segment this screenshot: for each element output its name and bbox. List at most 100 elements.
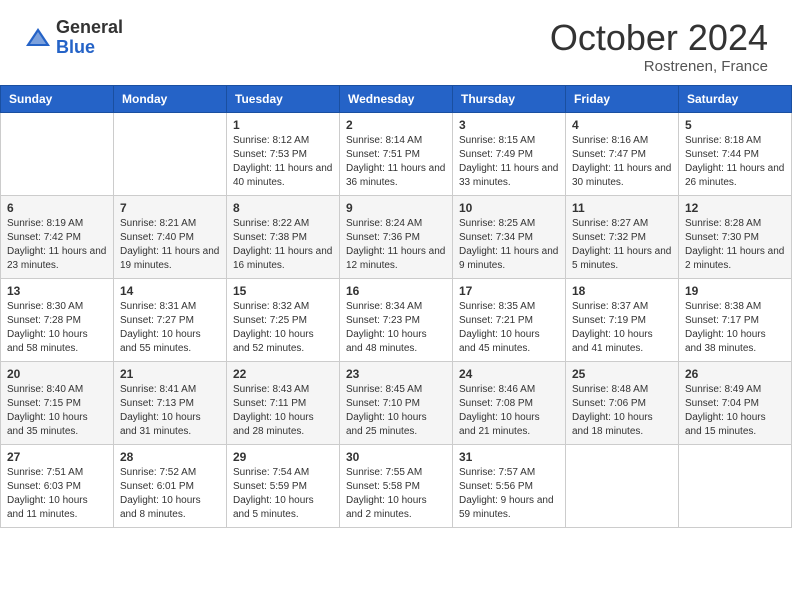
day-info: Sunrise: 8:41 AM Sunset: 7:13 PM Dayligh… [120,383,220,439]
day-number: 16 [346,284,446,298]
day-number: 10 [459,201,559,215]
day-number: 30 [346,450,446,464]
calendar-cell-w4-d1: 21 Sunrise: 8:41 AM Sunset: 7:13 PM Dayli… [114,361,227,444]
day-number: 29 [233,450,333,464]
day-number: 23 [346,367,446,381]
page-header: General Blue October 2024 Rostrenen, Fra… [0,0,792,85]
day-info: Sunrise: 8:38 AM Sunset: 7:17 PM Dayligh… [685,300,785,356]
day-info: Sunrise: 8:35 AM Sunset: 7:21 PM Dayligh… [459,300,559,356]
col-friday: Friday [566,85,679,112]
day-number: 28 [120,450,220,464]
calendar-table: Sunday Monday Tuesday Wednesday Thursday… [0,85,792,528]
day-number: 18 [572,284,672,298]
day-info: Sunrise: 7:57 AM Sunset: 5:56 PM Dayligh… [459,466,559,522]
day-info: Sunrise: 8:25 AM Sunset: 7:34 PM Dayligh… [459,217,559,273]
calendar-cell-w5-d5 [566,444,679,527]
calendar-cell-w1-d4: 3 Sunrise: 8:15 AM Sunset: 7:49 PM Daylig… [453,112,566,195]
day-info: Sunrise: 8:24 AM Sunset: 7:36 PM Dayligh… [346,217,446,273]
day-number: 19 [685,284,785,298]
day-number: 1 [233,118,333,132]
calendar-body: 1 Sunrise: 8:12 AM Sunset: 7:53 PM Daylig… [1,112,792,527]
logo: General Blue [24,18,123,58]
day-info: Sunrise: 7:54 AM Sunset: 5:59 PM Dayligh… [233,466,333,522]
title-block: October 2024 Rostrenen, France [550,18,768,75]
day-info: Sunrise: 8:22 AM Sunset: 7:38 PM Dayligh… [233,217,333,273]
day-number: 6 [7,201,107,215]
day-info: Sunrise: 8:45 AM Sunset: 7:10 PM Dayligh… [346,383,446,439]
day-info: Sunrise: 8:37 AM Sunset: 7:19 PM Dayligh… [572,300,672,356]
col-saturday: Saturday [679,85,792,112]
col-sunday: Sunday [1,85,114,112]
calendar-cell-w3-d6: 19 Sunrise: 8:38 AM Sunset: 7:17 PM Dayli… [679,278,792,361]
day-info: Sunrise: 8:49 AM Sunset: 7:04 PM Dayligh… [685,383,785,439]
calendar-cell-w3-d5: 18 Sunrise: 8:37 AM Sunset: 7:19 PM Dayli… [566,278,679,361]
location-subtitle: Rostrenen, France [550,58,768,75]
calendar-cell-w2-d4: 10 Sunrise: 8:25 AM Sunset: 7:34 PM Dayli… [453,195,566,278]
calendar-cell-w1-d2: 1 Sunrise: 8:12 AM Sunset: 7:53 PM Daylig… [227,112,340,195]
day-info: Sunrise: 8:32 AM Sunset: 7:25 PM Dayligh… [233,300,333,356]
calendar-cell-w2-d2: 8 Sunrise: 8:22 AM Sunset: 7:38 PM Daylig… [227,195,340,278]
day-info: Sunrise: 8:34 AM Sunset: 7:23 PM Dayligh… [346,300,446,356]
calendar-cell-w3-d1: 14 Sunrise: 8:31 AM Sunset: 7:27 PM Dayli… [114,278,227,361]
day-number: 22 [233,367,333,381]
calendar-cell-w5-d0: 27Sunrise: 7:51 AM Sunset: 6:03 PM Dayli… [1,444,114,527]
month-title: October 2024 [550,18,768,58]
calendar-cell-w5-d3: 30 Sunrise: 7:55 AM Sunset: 5:58 PM Dayli… [340,444,453,527]
day-number: 7 [120,201,220,215]
day-number: 14 [120,284,220,298]
col-thursday: Thursday [453,85,566,112]
calendar-cell-w2-d0: 6 Sunrise: 8:19 AM Sunset: 7:42 PM Daylig… [1,195,114,278]
week-row-2: 6 Sunrise: 8:19 AM Sunset: 7:42 PM Daylig… [1,195,792,278]
day-number: 2 [346,118,446,132]
day-info: Sunrise: 8:15 AM Sunset: 7:49 PM Dayligh… [459,134,559,190]
calendar-cell-w2-d1: 7 Sunrise: 8:21 AM Sunset: 7:40 PM Daylig… [114,195,227,278]
calendar-cell-w1-d0 [1,112,114,195]
day-number: 3 [459,118,559,132]
calendar-cell-w3-d2: 15Sunrise: 8:32 AM Sunset: 7:25 PM Dayli… [227,278,340,361]
week-row-5: 27Sunrise: 7:51 AM Sunset: 6:03 PM Dayli… [1,444,792,527]
calendar-cell-w1-d6: 5Sunrise: 8:18 AM Sunset: 7:44 PM Daylig… [679,112,792,195]
day-info: Sunrise: 8:28 AM Sunset: 7:30 PM Dayligh… [685,217,785,273]
day-number: 11 [572,201,672,215]
logo-text: General Blue [56,18,123,58]
calendar-cell-w4-d6: 26Sunrise: 8:49 AM Sunset: 7:04 PM Dayli… [679,361,792,444]
logo-icon [24,24,52,52]
logo-blue-text: Blue [56,38,123,58]
day-info: Sunrise: 8:48 AM Sunset: 7:06 PM Dayligh… [572,383,672,439]
calendar-cell-w1-d1 [114,112,227,195]
day-number: 12 [685,201,785,215]
day-number: 13 [7,284,107,298]
day-info: Sunrise: 8:27 AM Sunset: 7:32 PM Dayligh… [572,217,672,273]
header-row: Sunday Monday Tuesday Wednesday Thursday… [1,85,792,112]
day-info: Sunrise: 7:52 AM Sunset: 6:01 PM Dayligh… [120,466,220,522]
day-number: 25 [572,367,672,381]
day-number: 24 [459,367,559,381]
day-number: 17 [459,284,559,298]
calendar-cell-w2-d5: 11 Sunrise: 8:27 AM Sunset: 7:32 PM Dayli… [566,195,679,278]
day-info: Sunrise: 8:16 AM Sunset: 7:47 PM Dayligh… [572,134,672,190]
calendar-cell-w4-d4: 24Sunrise: 8:46 AM Sunset: 7:08 PM Dayli… [453,361,566,444]
calendar-cell-w3-d4: 17 Sunrise: 8:35 AM Sunset: 7:21 PM Dayli… [453,278,566,361]
day-info: Sunrise: 7:51 AM Sunset: 6:03 PM Dayligh… [7,466,107,522]
day-info: Sunrise: 8:31 AM Sunset: 7:27 PM Dayligh… [120,300,220,356]
week-row-1: 1 Sunrise: 8:12 AM Sunset: 7:53 PM Daylig… [1,112,792,195]
calendar-cell-w1-d3: 2Sunrise: 8:14 AM Sunset: 7:51 PM Daylig… [340,112,453,195]
day-info: Sunrise: 7:55 AM Sunset: 5:58 PM Dayligh… [346,466,446,522]
calendar-cell-w4-d0: 20Sunrise: 8:40 AM Sunset: 7:15 PM Dayli… [1,361,114,444]
day-info: Sunrise: 8:30 AM Sunset: 7:28 PM Dayligh… [7,300,107,356]
day-info: Sunrise: 8:12 AM Sunset: 7:53 PM Dayligh… [233,134,333,190]
day-number: 8 [233,201,333,215]
calendar-cell-w5-d4: 31Sunrise: 7:57 AM Sunset: 5:56 PM Dayli… [453,444,566,527]
week-row-3: 13 Sunrise: 8:30 AM Sunset: 7:28 PM Dayli… [1,278,792,361]
calendar-cell-w4-d5: 25 Sunrise: 8:48 AM Sunset: 7:06 PM Dayli… [566,361,679,444]
day-number: 9 [346,201,446,215]
week-row-4: 20Sunrise: 8:40 AM Sunset: 7:15 PM Dayli… [1,361,792,444]
day-info: Sunrise: 8:18 AM Sunset: 7:44 PM Dayligh… [685,134,785,190]
calendar-cell-w2-d6: 12 Sunrise: 8:28 AM Sunset: 7:30 PM Dayli… [679,195,792,278]
day-info: Sunrise: 8:21 AM Sunset: 7:40 PM Dayligh… [120,217,220,273]
calendar-cell-w5-d1: 28 Sunrise: 7:52 AM Sunset: 6:01 PM Dayli… [114,444,227,527]
day-info: Sunrise: 8:43 AM Sunset: 7:11 PM Dayligh… [233,383,333,439]
calendar-cell-w5-d2: 29 Sunrise: 7:54 AM Sunset: 5:59 PM Dayli… [227,444,340,527]
day-info: Sunrise: 8:19 AM Sunset: 7:42 PM Dayligh… [7,217,107,273]
day-number: 21 [120,367,220,381]
